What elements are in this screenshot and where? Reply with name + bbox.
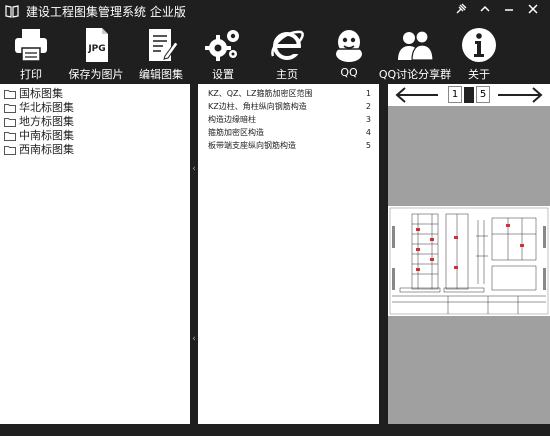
list-item-title: KZ、QZ、LZ箍筋加密区范围 [208,89,313,98]
atlas-tree: 国标图集 华北标图集 地方标图集 中南标图集 西南标图集 [0,84,190,424]
list-item[interactable]: 板带端支座纵向钢筋构造 5 [198,139,379,152]
tree-item-label: 地方标图集 [19,115,74,128]
arrow-left-icon[interactable] [394,86,440,104]
current-page-box[interactable]: 1 [448,86,462,103]
title-bar: 建设工程图集管理系统 企业版 [0,0,550,22]
qq-group-label: QQ讨论分享群 [378,68,452,81]
folder-icon [4,132,16,141]
minimize-icon[interactable] [500,2,518,20]
print-label: 打印 [20,68,42,81]
list-item-title: 构造边缘暗柱 [208,115,256,124]
tree-item-label: 西南标图集 [19,143,74,156]
home-button[interactable]: 主页 [262,22,312,84]
list-item[interactable]: KZ、QZ、LZ箍筋加密区范围 1 [198,87,379,100]
list-item[interactable]: 箍筋加密区构造 4 [198,126,379,139]
user-group-icon [398,30,434,61]
chevron-up-icon[interactable] [476,2,494,20]
arrow-right-icon[interactable] [496,86,544,104]
ie-browser-icon [271,30,304,60]
page-navigator: 1 5 [388,84,550,106]
list-item-title: 箍筋加密区构造 [208,128,264,137]
qq-penguin-icon [336,30,362,62]
info-icon [462,28,496,62]
jpg-file-icon: JPG [86,28,108,62]
print-button[interactable]: 打印 [8,22,54,84]
page-separator [464,87,474,103]
list-item-title: KZ边柱、角柱纵向钢筋构造 [208,102,307,111]
qq-button[interactable]: QQ [326,22,372,84]
folder-icon [4,90,16,99]
total-pages-box: 5 [476,86,490,103]
list-item-number: 1 [365,89,371,98]
right-splitter[interactable] [380,84,388,424]
window-title: 建设工程图集管理系统 企业版 [26,5,186,19]
about-label: 关于 [468,68,490,81]
drawing-preview[interactable] [388,206,550,316]
tree-item-label: 华北标图集 [19,101,74,114]
save-image-button[interactable]: JPG 保存为图片 [64,22,128,84]
folder-icon [4,104,16,113]
status-bar [0,424,550,436]
collapse-left-icon[interactable]: ‹ [190,164,198,174]
drawing-thumbnail [389,207,549,315]
pin-icon[interactable] [452,2,470,20]
about-button[interactable]: 关于 [456,22,502,84]
collapse-left-icon[interactable]: ‹ [190,334,198,344]
list-item-number: 5 [365,141,371,150]
list-item-number: 2 [365,102,371,111]
list-item[interactable]: 构造边缘暗柱 3 [198,113,379,126]
settings-label: 设置 [212,68,234,81]
printer-icon [15,29,47,62]
settings-button[interactable]: 设置 [198,22,248,84]
jpg-badge: JPG [87,44,105,54]
app-book-icon [5,5,19,18]
list-item-number: 3 [365,115,371,124]
preview-panel: 1 5 [388,84,550,424]
edit-atlas-button[interactable]: 编辑图集 [134,22,188,84]
edit-document-icon [149,29,179,61]
home-label: 主页 [276,68,298,81]
list-item-title: 板带端支座纵向钢筋构造 [208,141,296,150]
left-splitter[interactable]: ‹ ‹ [190,84,198,424]
folder-icon [4,118,16,127]
edit-atlas-label: 编辑图集 [139,68,183,81]
qq-label: QQ [340,66,358,79]
list-item[interactable]: KZ边柱、角柱纵向钢筋构造 2 [198,100,379,113]
folder-icon [4,146,16,155]
qq-group-button[interactable]: QQ讨论分享群 [378,22,452,84]
list-item-number: 4 [365,128,371,137]
toolbar: 打印 JPG 保存为图片 编辑图集 设置 主页 QQ QQ讨论分享群 关于 [0,22,550,84]
tree-item-label: 国标图集 [19,87,63,100]
gears-icon [205,30,239,61]
close-icon[interactable] [524,2,542,20]
save-image-label: 保存为图片 [68,68,124,81]
tree-item-label: 中南标图集 [19,129,74,142]
drawing-list: KZ、QZ、LZ箍筋加密区范围 1 KZ边柱、角柱纵向钢筋构造 2 构造边缘暗柱… [198,84,379,424]
